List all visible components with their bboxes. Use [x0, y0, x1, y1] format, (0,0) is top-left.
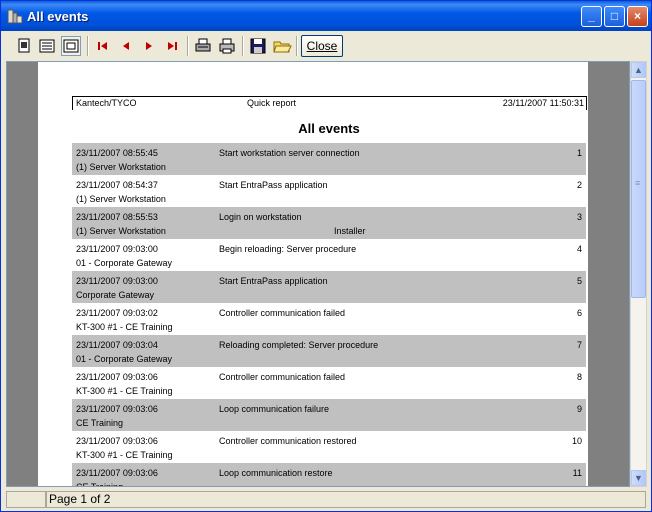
event-description: Start EntraPass application — [219, 180, 328, 190]
event-number: 10 — [571, 436, 582, 446]
report-preview-area[interactable]: Kantech/TYCO Quick report 23/11/2007 11:… — [6, 61, 630, 487]
grip-icon: ≡ — [635, 178, 641, 188]
toolbar-separator — [242, 36, 244, 56]
app-icon — [7, 9, 23, 24]
last-page-icon[interactable] — [162, 36, 182, 56]
event-number: 1 — [576, 148, 582, 158]
event-description: Start workstation server connection — [219, 148, 360, 158]
event-number: 4 — [576, 244, 582, 254]
event-description: Begin reloading: Server procedure — [219, 244, 357, 254]
event-number: 6 — [576, 308, 582, 318]
header-report-type: Quick report — [247, 98, 297, 108]
event-time: 23/11/2007 09:03:00 — [76, 244, 158, 254]
event-description: Reloading completed: Server procedure — [219, 340, 379, 350]
print-setup-icon[interactable] — [193, 36, 213, 56]
chevron-up-icon: ▲ — [634, 65, 643, 75]
event-description: Controller communication restored — [219, 436, 357, 446]
event-time: 23/11/2007 09:03:06 — [76, 372, 158, 382]
table-row: 23/11/2007 09:03:00 Begin reloading: Serv… — [72, 239, 586, 271]
event-time: 23/11/2007 09:03:06 — [76, 436, 158, 446]
print-icon[interactable] — [217, 36, 237, 56]
event-operator: Installer — [334, 226, 366, 236]
event-source: (1) Server Workstation — [76, 162, 166, 172]
event-time: 23/11/2007 08:55:53 — [76, 212, 158, 222]
vertical-scrollbar[interactable]: ▲ ≡ ▼ — [630, 61, 647, 487]
table-row: 23/11/2007 08:55:45 Start workstation ser… — [72, 143, 586, 175]
table-row: 23/11/2007 09:03:06 Loop communication re… — [72, 463, 586, 487]
event-time: 23/11/2007 08:55:45 — [76, 148, 158, 158]
event-number: 7 — [576, 340, 582, 350]
event-source: (1) Server Workstation — [76, 226, 166, 236]
event-description: Login on workstation — [219, 212, 302, 222]
report-window: All events _ □ × Close Kantech/TYCO Quic… — [0, 0, 652, 512]
table-row: 23/11/2007 09:03:04 Reloading completed: … — [72, 335, 586, 367]
event-source: KT-300 #1 - CE Training — [76, 386, 173, 396]
event-time: 23/11/2007 09:03:06 — [76, 404, 158, 414]
chevron-down-icon: ▼ — [634, 473, 643, 483]
zoom-fit-icon[interactable] — [61, 36, 81, 56]
header-datetime: 23/11/2007 11:50:31 — [502, 98, 584, 108]
event-number: 11 — [572, 468, 582, 478]
page-indicator: Page 1 of 2 — [46, 491, 646, 508]
event-number: 8 — [576, 372, 582, 382]
event-number: 3 — [576, 212, 582, 222]
event-description: Controller communication failed — [219, 308, 346, 318]
previous-page-icon[interactable] — [116, 36, 136, 56]
table-row: 23/11/2007 08:55:53 Login on workstation 3… — [72, 207, 586, 239]
event-number: 2 — [576, 180, 582, 190]
toolbar: Close — [4, 32, 648, 60]
event-source: CE Training — [76, 418, 124, 428]
toolbar-separator — [87, 36, 89, 56]
header-company: Kantech/TYCO — [76, 98, 137, 108]
status-cell-empty — [6, 491, 46, 508]
event-time: 23/11/2007 09:03:02 — [76, 308, 158, 318]
scroll-up-button[interactable]: ▲ — [631, 62, 646, 78]
table-row: 23/11/2007 09:03:02 Controller communicat… — [72, 303, 586, 335]
one-page-icon[interactable] — [14, 36, 34, 56]
multi-page-icon[interactable] — [37, 36, 57, 56]
save-icon[interactable] — [248, 36, 268, 56]
table-row: 23/11/2007 09:03:06 Controller communicat… — [72, 431, 586, 463]
maximize-button[interactable]: □ — [604, 6, 625, 27]
minimize-button[interactable]: _ — [581, 6, 602, 27]
event-time: 23/11/2007 09:03:06 — [76, 468, 158, 478]
event-source: 01 - Corporate Gateway — [76, 258, 173, 268]
event-source: KT-300 #1 - CE Training — [76, 322, 173, 332]
event-number: 5 — [576, 276, 582, 286]
event-source: Corporate Gateway — [76, 290, 155, 300]
event-description: Start EntraPass application — [219, 276, 328, 286]
report-title: All events — [298, 121, 360, 136]
toolbar-separator — [296, 36, 298, 56]
table-row: 23/11/2007 09:03:00 Start EntraPass appli… — [72, 271, 586, 303]
open-icon[interactable] — [272, 36, 292, 56]
event-description: Loop communication failure — [219, 404, 330, 414]
event-description: Loop communication restore — [219, 468, 333, 478]
event-time: 23/11/2007 09:03:04 — [76, 340, 158, 350]
table-row: 23/11/2007 09:03:06 Loop communication fa… — [72, 399, 586, 431]
status-bar: Page 1 of 2 — [4, 490, 648, 509]
table-row: 23/11/2007 09:03:06 Controller communicat… — [72, 367, 586, 399]
first-page-icon[interactable] — [93, 36, 113, 56]
close-window-button[interactable]: × — [627, 6, 648, 27]
event-source: KT-300 #1 - CE Training — [76, 450, 173, 460]
report-header: Kantech/TYCO Quick report 23/11/2007 11:… — [72, 96, 587, 110]
table-row: 23/11/2007 08:54:37 Start EntraPass appli… — [72, 175, 586, 207]
toolbar-separator — [187, 36, 189, 56]
event-time: 23/11/2007 08:54:37 — [76, 180, 158, 190]
title-bar[interactable]: All events _ □ × — [1, 1, 651, 31]
scroll-down-button[interactable]: ▼ — [631, 470, 646, 486]
report-page: Kantech/TYCO Quick report 23/11/2007 11:… — [38, 62, 588, 487]
event-source: CE Training — [76, 482, 124, 487]
event-source: 01 - Corporate Gateway — [76, 354, 173, 364]
event-time: 23/11/2007 09:03:00 — [76, 276, 158, 286]
window-title: All events — [27, 9, 89, 24]
event-source: (1) Server Workstation — [76, 194, 166, 204]
event-description: Controller communication failed — [219, 372, 346, 382]
scroll-thumb[interactable]: ≡ — [631, 80, 646, 298]
close-button[interactable]: Close — [301, 35, 343, 57]
next-page-icon[interactable] — [139, 36, 159, 56]
event-number: 9 — [576, 404, 582, 414]
